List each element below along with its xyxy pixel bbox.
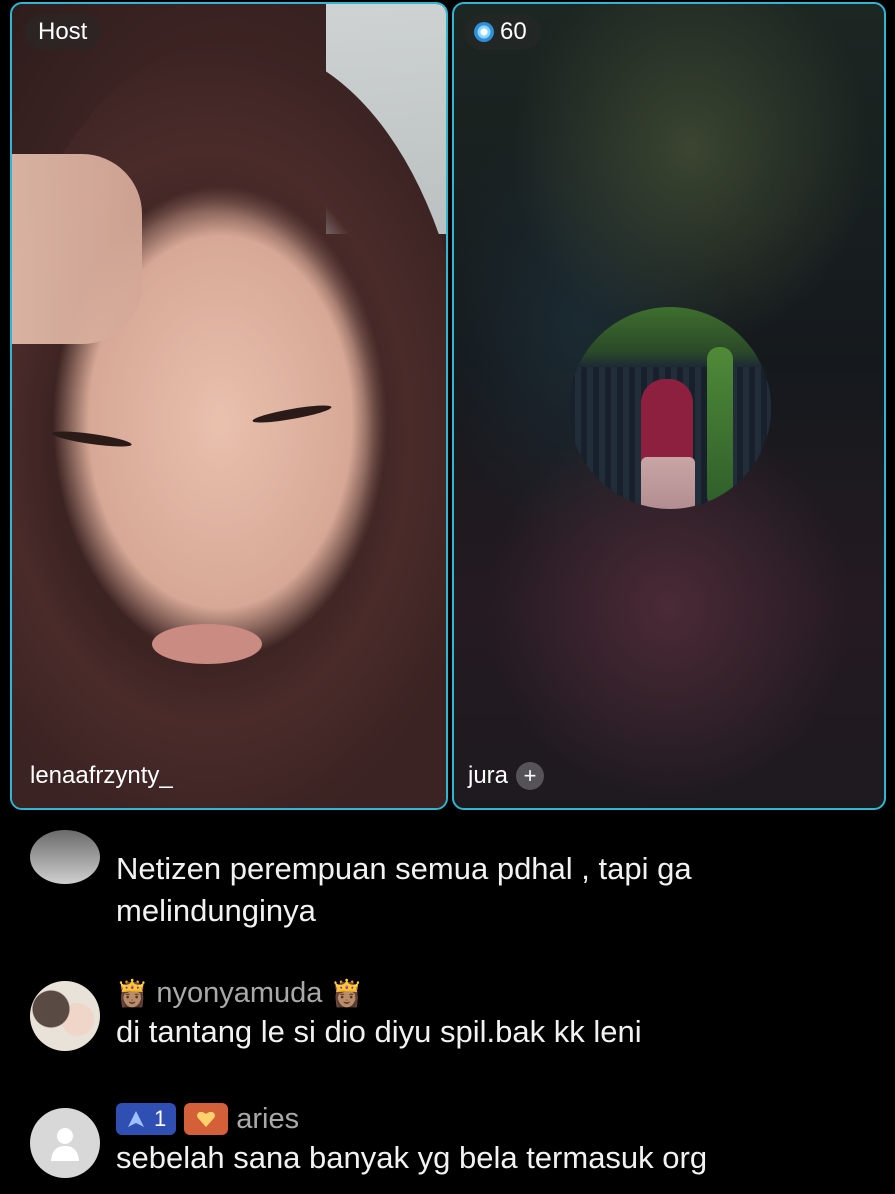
guest-video-panel[interactable]: 60 jura + — [452, 2, 886, 810]
comment-username: aries — [236, 1103, 300, 1135]
commenter-avatar[interactable] — [30, 981, 100, 1051]
comment-text: di tantang le si dio diyu spil.bak kk le… — [116, 1014, 642, 1049]
host-username[interactable]: lenaafrzynty_ — [30, 758, 173, 794]
princess-emoji-icon: 👸🏽 — [330, 978, 363, 1008]
vine-shape — [707, 347, 733, 507]
follow-plus-button[interactable]: + — [516, 762, 545, 790]
viewer-count: 60 — [500, 18, 527, 45]
host-video-panel[interactable]: Host lenaafrzynty_ — [10, 2, 448, 810]
comment-text: Netizen perempuan semua pdhal , tapi ga … — [116, 851, 692, 928]
level-number: 1 — [154, 1106, 167, 1131]
person-skirt — [641, 457, 695, 509]
person-figure — [641, 379, 693, 469]
level-badge: 1 — [116, 1103, 177, 1135]
lips-shape — [152, 624, 262, 664]
guest-username[interactable]: jura — [468, 758, 508, 794]
gem-icon — [474, 22, 494, 42]
commenter-avatar[interactable] — [30, 830, 100, 884]
guest-name-row: jura + — [468, 758, 545, 794]
viewer-count-badge[interactable]: 60 — [464, 14, 541, 50]
default-person-icon — [51, 1128, 79, 1161]
host-badge: Host — [24, 14, 102, 50]
comment-text: sebelah sana banyak yg bela termasuk org — [116, 1140, 708, 1175]
fan-heart-badge-icon — [184, 1103, 229, 1135]
guest-avatar[interactable] — [569, 307, 771, 509]
comment-username: nyonyamuda — [156, 977, 323, 1009]
heart-icon — [197, 1111, 216, 1127]
comment-body: 1 aries sebelah sana banyak yg bela term… — [116, 1101, 875, 1179]
comment-body: 👸🏽 nyonyamuda 👸🏽 di tantang le si dio di… — [116, 975, 875, 1053]
comment-username-row[interactable]: 1 aries — [116, 1101, 875, 1137]
commenter-avatar[interactable] — [30, 1108, 100, 1178]
comment-username-row[interactable]: 👸🏽 nyonyamuda 👸🏽 — [116, 975, 875, 1011]
comment-body: Netizen perempuan semua pdhal , tapi ga … — [116, 848, 875, 932]
hand-shape — [12, 154, 142, 344]
princess-emoji-icon: 👸🏽 — [116, 978, 149, 1008]
level-arrow-icon — [128, 1111, 144, 1127]
